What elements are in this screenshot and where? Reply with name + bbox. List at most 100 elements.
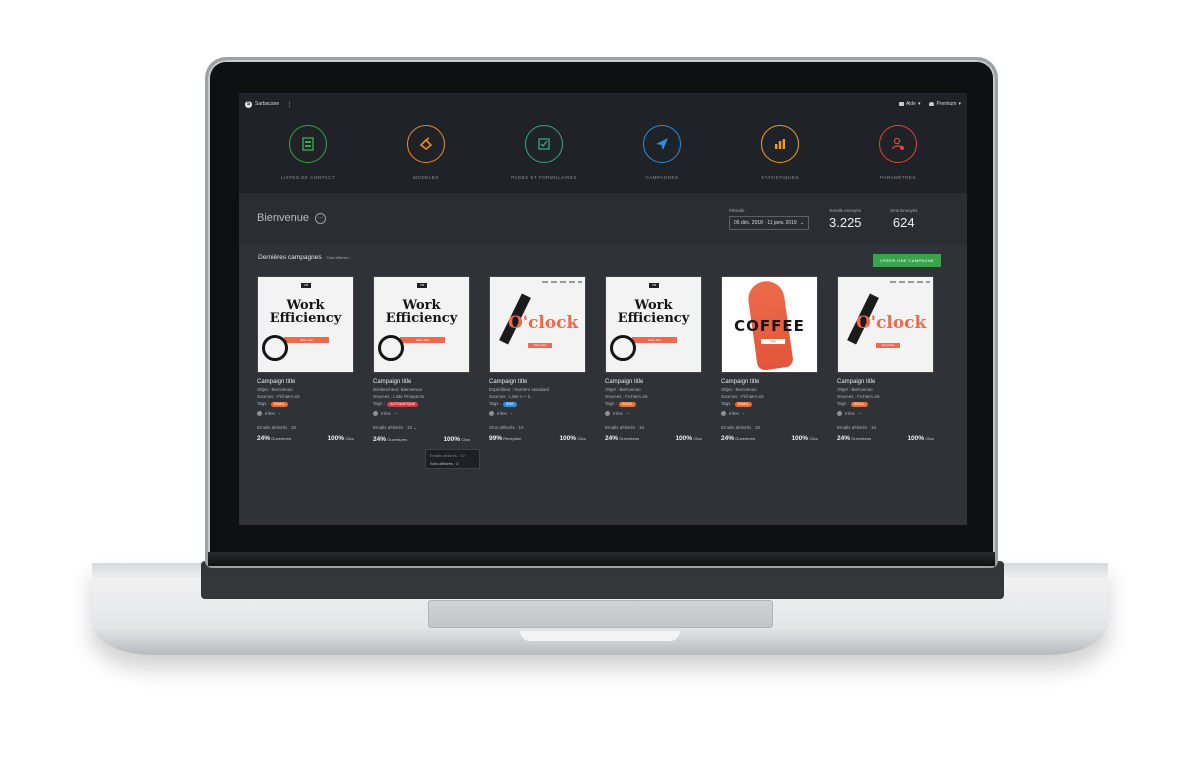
campaign-title[interactable]: Campaign title (837, 379, 934, 385)
campaign-title[interactable]: Campaign title (721, 379, 818, 385)
campaign-sources: Sources : Fichiers.xls (257, 394, 300, 399)
delivered-dropdown: Emails délivrés : 10 Sms délivrés : 2 (425, 449, 480, 469)
chevron-down-icon: ⌄ (741, 410, 746, 415)
thumb-nav (890, 281, 930, 283)
help-menu[interactable]: Aide ▾ (898, 101, 921, 107)
metric-label: Clics (461, 437, 470, 442)
thumb-headline-2: Efficiency (269, 311, 342, 326)
campaign-cards: VB Work Efficiency More Info Campaign ti… (257, 276, 957, 443)
module-stats[interactable]: Statistiques (735, 115, 825, 193)
send-icon (643, 125, 681, 163)
period-select[interactable]: 05 déc. 2018 · 11 janv. 2019 ⌄ (729, 216, 809, 230)
create-campaign-button[interactable]: Créer une campagne (873, 254, 941, 267)
laptop-keyboard (201, 561, 1004, 599)
dropdown-item[interactable]: Sms délivrés : 2 (430, 460, 475, 468)
top-bar: S Sarbacane ⋮ Aide ▾ Premium ▾ (239, 93, 967, 115)
campaign-card[interactable]: VB Work Efficiency More Info Campaign ti… (257, 276, 354, 443)
metric-label: Ouvertures (619, 436, 640, 441)
campaign-title[interactable]: Campaign title (605, 379, 702, 385)
stats-icon (761, 125, 799, 163)
thumb-cta: More Info (632, 337, 677, 343)
period-value: 05 déc. 2018 · 11 janv. 2019 (734, 220, 797, 226)
more-options-button[interactable]: ··· (315, 212, 326, 224)
recent-campaigns-panel: Dernières campagnes Tout afficher › Crée… (239, 245, 967, 525)
campaign-subject: Objet : Bienvenue (721, 387, 757, 392)
emails-sent-stat: Emails envoyés 3.225 (829, 208, 862, 230)
infos-toggle[interactable]: Infos ⌄ (257, 410, 354, 416)
module-templates[interactable]: Modèles (381, 115, 471, 193)
info-icon (605, 410, 610, 416)
module-contacts[interactable]: Listes de contact (263, 115, 353, 193)
metric-label: Ouvertures (387, 437, 408, 442)
app-screen: S Sarbacane ⋮ Aide ▾ Premium ▾ LISTES DE… (239, 93, 967, 525)
campaign-thumbnail[interactable]: O'clock Voir produit (489, 276, 586, 373)
infos-toggle[interactable]: Infos ⌄ (373, 410, 470, 416)
campaign-card[interactable]: VB Work Efficiency More Info Campaign ti… (605, 276, 702, 443)
delivered-count: Sms délivrés : 10 (489, 425, 524, 430)
metric-value: 100% (907, 435, 925, 442)
campaign-thumbnail[interactable]: VB Work Efficiency More Info (257, 276, 354, 373)
infos-toggle[interactable]: Infos ⌄ (721, 410, 818, 416)
page-title: Bienvenue (257, 212, 309, 224)
campaign-title[interactable]: Campaign title (489, 379, 586, 385)
tags-label: Tags : (721, 401, 734, 406)
tags-label: Tags : (605, 401, 618, 406)
thumb-headline-2: Efficiency (617, 311, 690, 326)
campaign-thumbnail[interactable]: O'clock Voir produit (837, 276, 934, 373)
infos-toggle[interactable]: Infos ⌄ (489, 410, 586, 416)
module-campaigns[interactable]: Campagnes (617, 115, 707, 193)
menu-dots-icon[interactable]: ⋮ (286, 101, 292, 108)
metric-value: 99% (489, 435, 503, 442)
thumb-cta: Order (761, 339, 785, 344)
dropdown-item[interactable]: Emails délivrés : 10 (430, 452, 475, 460)
module-pages-forms[interactable]: Pages et formulaires (499, 115, 589, 193)
campaign-thumbnail[interactable]: VB Work Efficiency More Info (605, 276, 702, 373)
campaign-card[interactable]: O'clock Voir produit Campaign title Obje… (837, 276, 934, 443)
laptop-notch (520, 631, 680, 641)
brand[interactable]: S Sarbacane (245, 100, 279, 108)
campaign-sources: Sources : Fichiers.xls (837, 394, 880, 399)
campaign-sources: Sources : Liste Prospects (373, 394, 425, 399)
module-label: Campagnes (645, 175, 679, 180)
tag-badge: EMAIL (619, 402, 636, 407)
metric-label: Réception (503, 436, 522, 441)
thumb-headline: COFFEE (734, 317, 805, 335)
campaign-card[interactable]: VB Work Efficiency More Info Campaign ti… (373, 276, 470, 443)
delivered-count: Emails délivrés : 10 (837, 425, 877, 430)
infos-toggle[interactable]: Infos ⌄ (837, 410, 934, 416)
info-icon (257, 410, 262, 416)
delivered-count[interactable]: Emails délivrés : 10 ⌄ (373, 425, 470, 431)
metric-value: 24% (721, 435, 735, 442)
laptop-trackpad (428, 600, 773, 628)
module-nav: Listes de contact Modèles Pages et formu… (239, 115, 967, 193)
campaign-card[interactable]: COFFEE Order Campaign title Objet : Bien… (721, 276, 818, 443)
sarbacane-logo-icon: S (245, 100, 252, 108)
campaign-card[interactable]: O'clock Voir produit Campaign title Expé… (489, 276, 586, 443)
campaign-tags: Tags : EMAIL (605, 401, 702, 407)
campaign-tags: Tags : EMAIL (837, 401, 934, 407)
chevron-down-icon: ⌄ (413, 425, 418, 430)
module-label: Paramètres (880, 175, 916, 180)
infos-toggle[interactable]: Infos ⌄ (605, 410, 702, 416)
period-label: Période (729, 208, 745, 213)
module-settings[interactable]: Paramètres (853, 115, 943, 193)
settings-icon (879, 125, 917, 163)
tag-badge: EMAIL (271, 402, 288, 407)
laptop-mockup: S Sarbacane ⋮ Aide ▾ Premium ▾ LISTES DE… (0, 0, 1200, 758)
tags-label: Tags : (837, 401, 850, 406)
campaign-title[interactable]: Campaign title (257, 379, 354, 385)
chevron-down-icon: ▾ (917, 101, 921, 107)
campaign-title[interactable]: Campaign title (373, 379, 470, 385)
chat-icon (898, 102, 904, 106)
campaign-thumbnail[interactable]: COFFEE Order (721, 276, 818, 373)
template-logo: VB (649, 283, 659, 288)
delivered-count: Emails délivrés : 10 (605, 425, 645, 430)
thumb-cta: Voir produit (876, 343, 900, 348)
tag-badge: EMAIL (851, 402, 868, 407)
emails-sent-value: 3.225 (829, 215, 862, 230)
infos-label: Infos (265, 410, 275, 416)
see-all-link[interactable]: Tout afficher › (327, 255, 351, 260)
account-menu[interactable]: Premium ▾ (929, 101, 961, 107)
campaign-thumbnail[interactable]: VB Work Efficiency More Info (373, 276, 470, 373)
user-icon (929, 102, 935, 106)
